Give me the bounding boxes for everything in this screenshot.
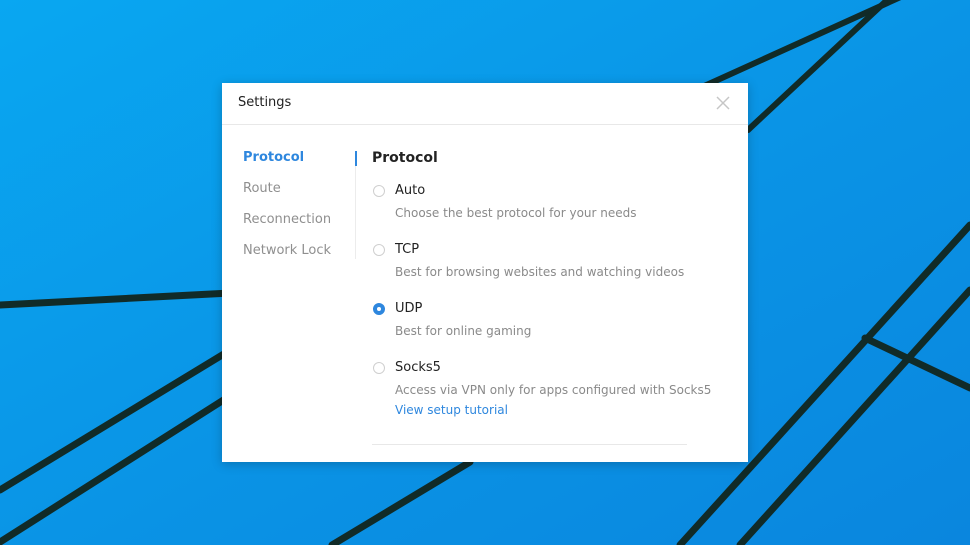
close-icon[interactable]: [714, 94, 732, 112]
sidebar-item-route[interactable]: Route: [243, 181, 281, 201]
option-description: Best for browsing websites and watching …: [395, 265, 685, 279]
settings-sidebar: Protocol Route Reconnection Network Lock: [222, 125, 355, 462]
radio-button-icon[interactable]: [373, 244, 385, 256]
sidebar-divider: [355, 151, 356, 259]
radio-button-icon[interactable]: [373, 185, 385, 197]
active-tab-indicator: [355, 151, 357, 166]
section-title: Protocol: [372, 150, 438, 166]
window-title: Settings: [238, 95, 292, 110]
radio-button-icon[interactable]: [373, 303, 385, 315]
option-label[interactable]: Auto: [395, 183, 425, 198]
option-description: Choose the best protocol for your needs: [395, 206, 637, 220]
view-setup-tutorial-link[interactable]: View setup tutorial: [395, 403, 508, 417]
titlebar: Settings: [222, 83, 748, 125]
protocol-content: Protocol Auto Choose the best protocol f…: [372, 125, 732, 462]
option-description: Access via VPN only for apps configured …: [395, 383, 712, 397]
option-label[interactable]: Socks5: [395, 360, 441, 375]
sidebar-item-reconnection[interactable]: Reconnection: [243, 212, 331, 232]
option-label[interactable]: TCP: [395, 242, 419, 257]
content-bottom-divider: [372, 444, 687, 445]
sidebar-item-network-lock[interactable]: Network Lock: [243, 243, 331, 263]
option-description: Best for online gaming: [395, 324, 532, 338]
sidebar-item-protocol[interactable]: Protocol: [243, 150, 304, 170]
option-label[interactable]: UDP: [395, 301, 422, 316]
radio-button-icon[interactable]: [373, 362, 385, 374]
settings-dialog: Settings Protocol Route Reconnection Net…: [222, 83, 748, 462]
